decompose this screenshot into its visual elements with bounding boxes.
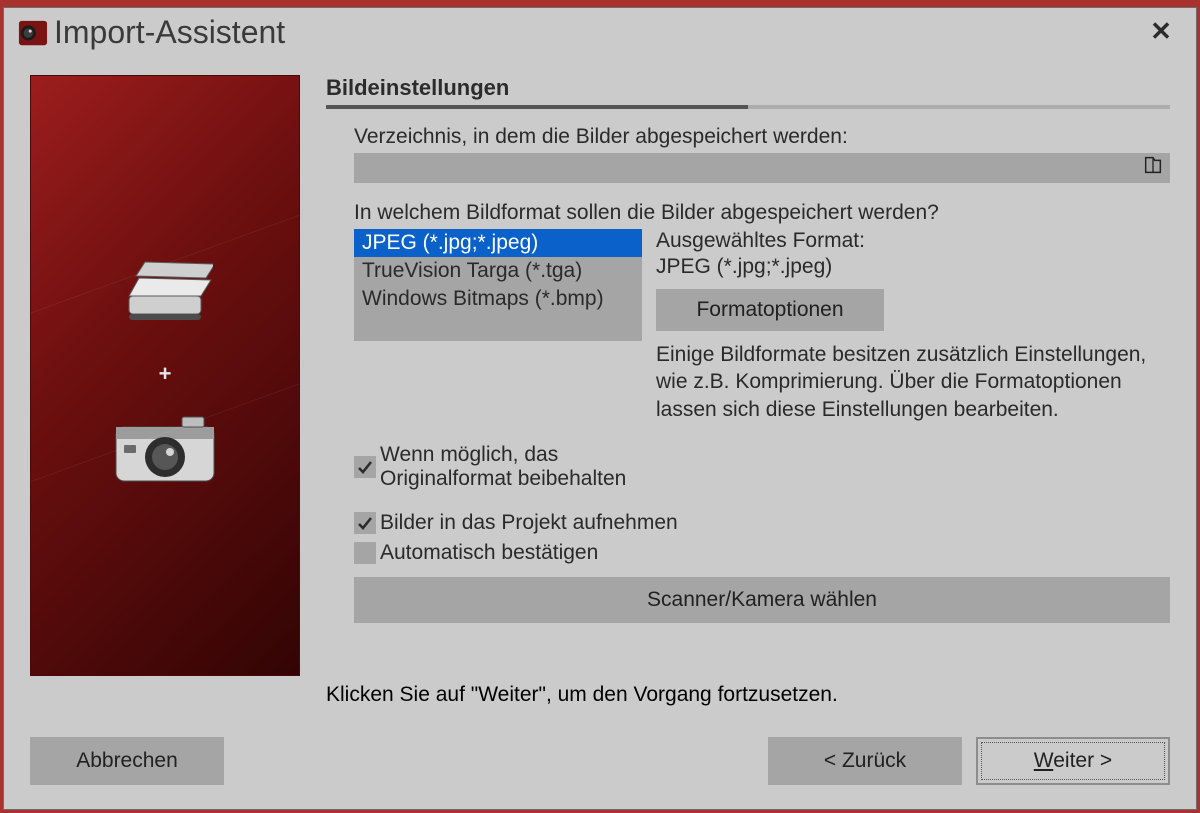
- dialog-title-text: Import-Assistent: [54, 14, 285, 51]
- folder-open-icon: [1142, 154, 1164, 182]
- keep-original-checkbox[interactable]: [354, 456, 376, 478]
- format-hint-text: Einige Bildformate besitzen zusätzlich E…: [656, 341, 1170, 423]
- selected-format-label: Ausgewähltes Format:: [656, 229, 1170, 253]
- add-to-project-checkbox[interactable]: [354, 512, 376, 534]
- keep-original-label: Wenn möglich, das Originalformat beibeha…: [380, 443, 642, 491]
- check-icon: [356, 458, 374, 476]
- dialog-title: Import-Assistent: [18, 14, 1144, 51]
- continue-hint: Klicken Sie auf "Weiter", um den Vorgang…: [326, 683, 1170, 707]
- format-listbox[interactable]: JPEG (*.jpg;*.jpeg) TrueVision Targa (*.…: [354, 229, 642, 341]
- section-heading: Bildeinstellungen: [326, 75, 1170, 101]
- scanner-camera-button[interactable]: Scanner/Kamera wählen: [354, 577, 1170, 623]
- cancel-button[interactable]: Abbrechen: [30, 737, 224, 785]
- format-item-tga[interactable]: TrueVision Targa (*.tga): [354, 257, 642, 285]
- back-button[interactable]: < Zurück: [768, 737, 962, 785]
- app-icon: [18, 18, 48, 48]
- check-icon: [356, 514, 374, 532]
- close-button[interactable]: ✕: [1144, 16, 1178, 50]
- format-item-jpeg[interactable]: JPEG (*.jpg;*.jpeg): [354, 229, 642, 257]
- scanner-icon: [117, 256, 213, 335]
- selected-format-value: JPEG (*.jpg;*.jpeg): [656, 255, 1170, 279]
- browse-button[interactable]: [1136, 153, 1170, 183]
- auto-confirm-label: Automatisch bestätigen: [380, 541, 598, 565]
- plus-icon: +: [159, 361, 172, 387]
- next-button-accel: W: [1034, 749, 1053, 772]
- heading-rule: [326, 105, 1170, 109]
- next-button-rest: eiter >: [1053, 749, 1112, 772]
- format-question-label: In welchem Bildformat sollen die Bilder …: [354, 201, 1170, 225]
- wizard-banner: +: [30, 75, 300, 676]
- format-options-button[interactable]: Formatoptionen: [656, 289, 884, 331]
- titlebar: Import-Assistent ✕: [4, 8, 1196, 53]
- camera-icon: [110, 413, 220, 496]
- footer-buttons: Abbrechen < Zurück Weiter >: [4, 737, 1196, 809]
- format-item-bmp[interactable]: Windows Bitmaps (*.bmp): [354, 285, 642, 313]
- auto-confirm-checkbox[interactable]: [354, 542, 376, 564]
- import-assistant-dialog: Import-Assistent ✕ +: [3, 7, 1197, 810]
- add-to-project-label: Bilder in das Projekt aufnehmen: [380, 511, 678, 535]
- directory-input[interactable]: [354, 153, 1136, 183]
- directory-label: Verzeichnis, in dem die Bilder abgespeic…: [354, 125, 1170, 149]
- next-button[interactable]: Weiter >: [976, 737, 1170, 785]
